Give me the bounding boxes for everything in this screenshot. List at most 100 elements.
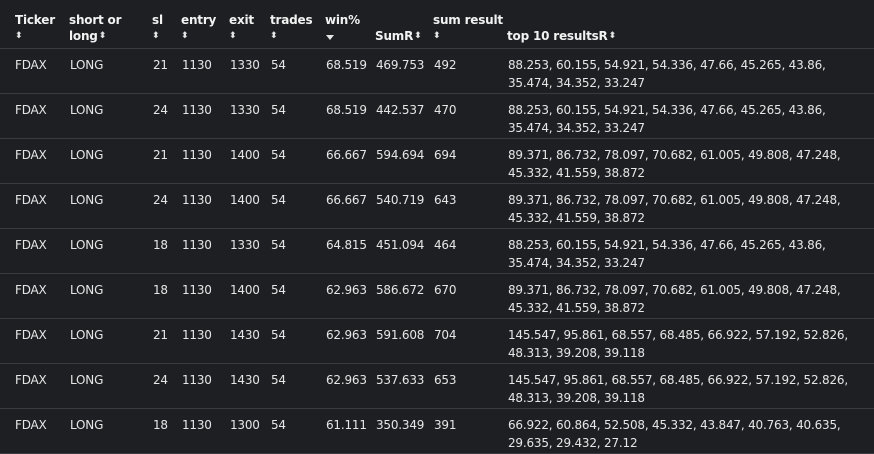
table-cell: FDAX — [0, 183, 69, 229]
column-header-label: long — [69, 28, 98, 43]
table-cell: 1130 — [181, 183, 229, 229]
table-cell: 1430 — [229, 363, 270, 409]
column-header-1[interactable]: short or long⬍ — [69, 0, 152, 49]
table-row[interactable]: FDAX LONG 18 1130 1330 54 64.815 451.094 464 88.2… — [0, 228, 874, 274]
sort-icon[interactable]: ⬍ — [270, 28, 278, 44]
table-cell: 1130 — [181, 138, 229, 184]
table-cell: FDAX — [0, 408, 69, 454]
table-cell: 670 — [433, 273, 507, 319]
table-cell: 643 — [433, 183, 507, 229]
column-header-3[interactable]: entry ⬍ — [181, 0, 229, 49]
table-cell: 89.371, 86.732, 78.097, 70.682, 61.005, … — [507, 138, 874, 184]
sort-icon[interactable]: ⬍ — [229, 28, 237, 44]
table-cell: 1330 — [229, 48, 270, 94]
table-cell: 66.667 — [325, 183, 375, 229]
table-cell: 18 — [152, 273, 181, 319]
table-cell: 1130 — [181, 273, 229, 319]
table-cell: FDAX — [0, 138, 69, 184]
table-cell: LONG — [69, 318, 152, 364]
table-cell: 586.672 — [375, 273, 433, 319]
table-cell: LONG — [69, 93, 152, 139]
sort-desc-icon[interactable] — [326, 35, 334, 40]
column-header-5[interactable]: trades ⬍ — [270, 0, 325, 49]
table-cell: 470 — [433, 93, 507, 139]
table-cell: 21 — [152, 48, 181, 94]
column-header-7[interactable]: SumR⬍ — [375, 0, 433, 49]
table-cell: LONG — [69, 273, 152, 319]
table-cell: 66.667 — [325, 138, 375, 184]
column-header-2[interactable]: sl ⬍ — [152, 0, 181, 49]
table-cell: 145.547, 95.861, 68.557, 68.485, 66.922,… — [507, 318, 874, 364]
table-row[interactable]: FDAX LONG 24 1130 1430 54 62.963 537.633 653 145.… — [0, 363, 874, 409]
table-cell: 1130 — [181, 318, 229, 364]
table-cell: 88.253, 60.155, 54.921, 54.336, 47.66, 4… — [507, 93, 874, 139]
sort-icon[interactable]: ⬍ — [152, 28, 160, 44]
table-cell: LONG — [69, 48, 152, 94]
sort-icon[interactable]: ⬍ — [609, 28, 617, 44]
table-cell: 704 — [433, 318, 507, 364]
table-cell: 451.094 — [375, 228, 433, 274]
header-row: Ticker ⬍ short or long⬍ sl ⬍ entry ⬍ exit ⬍ trades… — [0, 0, 874, 49]
table-cell: 54 — [270, 363, 325, 409]
table-cell: 68.519 — [325, 93, 375, 139]
column-header-6[interactable]: win% — [325, 0, 375, 49]
table-cell: 391 — [433, 408, 507, 454]
table-cell: 54 — [270, 183, 325, 229]
sort-icon[interactable]: ⬍ — [15, 28, 23, 44]
table-cell: 89.371, 86.732, 78.097, 70.682, 61.005, … — [507, 183, 874, 229]
table-cell: 469.753 — [375, 48, 433, 94]
column-header-0[interactable]: Ticker ⬍ — [0, 0, 69, 49]
table-cell: 54 — [270, 93, 325, 139]
table-cell: 62.963 — [325, 273, 375, 319]
table-cell: FDAX — [0, 228, 69, 274]
column-header-4[interactable]: exit ⬍ — [229, 0, 270, 49]
table-cell: LONG — [69, 228, 152, 274]
table-cell: 1400 — [229, 138, 270, 184]
table-row[interactable]: FDAX LONG 18 1130 1300 54 61.111 350.349 391 66.9… — [0, 408, 874, 454]
table-cell: 537.633 — [375, 363, 433, 409]
table-row[interactable]: FDAX LONG 24 1130 1400 54 66.667 540.719 643 89.3… — [0, 183, 874, 229]
table-cell: LONG — [69, 408, 152, 454]
sort-icon[interactable]: ⬍ — [433, 28, 441, 44]
table-row[interactable]: FDAX LONG 21 1130 1400 54 66.667 594.694 694 89.3… — [0, 138, 874, 184]
table-cell: FDAX — [0, 273, 69, 319]
sort-icon[interactable]: ⬍ — [99, 28, 107, 44]
table-row[interactable]: FDAX LONG 21 1130 1430 54 62.963 591.608 704 145.… — [0, 318, 874, 364]
table-row[interactable]: FDAX LONG 24 1130 1330 54 68.519 442.537 470 88.2… — [0, 93, 874, 139]
table-row[interactable]: FDAX LONG 18 1130 1400 54 62.963 586.672 670 89.3… — [0, 273, 874, 319]
sort-icon[interactable]: ⬍ — [181, 28, 189, 44]
table-row[interactable]: FDAX LONG 21 1130 1330 54 68.519 469.753 492 88.2… — [0, 48, 874, 94]
column-header-8[interactable]: sum result ⬍ — [433, 0, 507, 49]
sort-icon[interactable]: ⬍ — [414, 28, 422, 44]
table-cell: 1130 — [181, 408, 229, 454]
table-cell: 62.963 — [325, 363, 375, 409]
table-cell: 88.253, 60.155, 54.921, 54.336, 47.66, 4… — [507, 48, 874, 94]
table-cell: 21 — [152, 138, 181, 184]
column-header-label: Ticker — [15, 12, 55, 27]
table-cell: 653 — [433, 363, 507, 409]
table-cell: 61.111 — [325, 408, 375, 454]
column-header-9[interactable]: top 10 resultsR⬍ — [507, 0, 874, 49]
table-cell: 1400 — [229, 183, 270, 229]
table-cell: FDAX — [0, 318, 69, 364]
table-cell: 54 — [270, 138, 325, 184]
table-cell: 54 — [270, 408, 325, 454]
column-header-label: trades — [270, 12, 313, 27]
table-cell: 1330 — [229, 93, 270, 139]
table-cell: 54 — [270, 228, 325, 274]
column-header-label: SumR — [375, 28, 414, 43]
table-cell: 145.547, 95.861, 68.557, 68.485, 66.922,… — [507, 363, 874, 409]
table-cell: 21 — [152, 318, 181, 364]
column-header-label: sum result — [433, 12, 503, 27]
column-header-label: top 10 resultsR — [507, 28, 608, 43]
table-cell: 54 — [270, 48, 325, 94]
table-cell: 1130 — [181, 363, 229, 409]
table-cell: LONG — [69, 138, 152, 184]
table-cell: 66.922, 60.864, 52.508, 45.332, 43.847, … — [507, 408, 874, 454]
column-header-label: win% — [325, 13, 360, 27]
table-cell: 54 — [270, 318, 325, 364]
table-cell: 591.608 — [375, 318, 433, 364]
table-cell: FDAX — [0, 363, 69, 409]
table-cell: LONG — [69, 183, 152, 229]
table-cell: 62.963 — [325, 318, 375, 364]
